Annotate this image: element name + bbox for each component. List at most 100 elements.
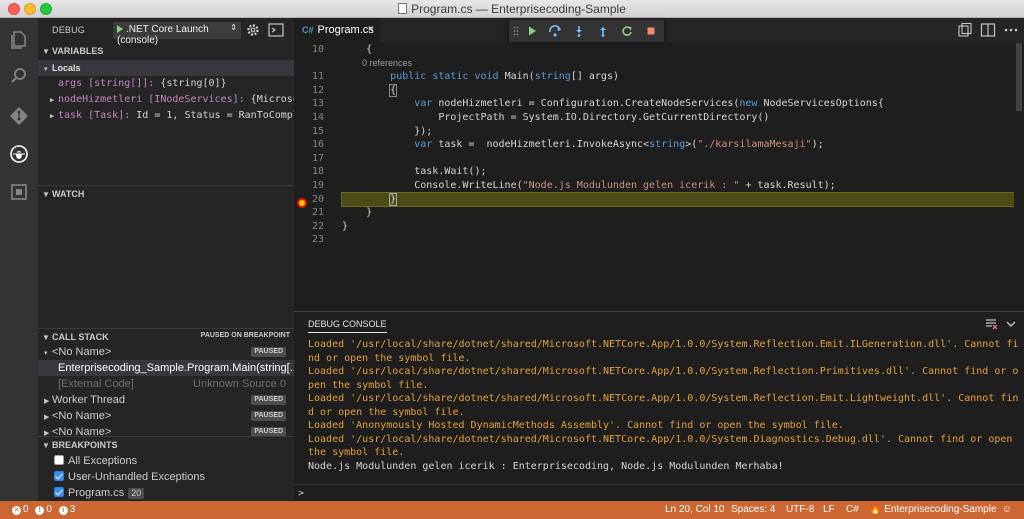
window-title: Program.cs — Enterprisecoding-Sample [0,2,1024,16]
chevron-down-icon: ▼ [42,333,50,342]
project-indicator[interactable]: 🔥 Enterprisecoding-Sample [869,504,997,515]
breakpoint-marker[interactable] [297,198,307,208]
code-line: } [342,220,349,232]
problems-indicator[interactable]: ✕ 0 ! 0 i3 [12,504,75,515]
window-title-text: Program.cs — Enterprisecoding-Sample [411,2,626,16]
chevron-right-icon: ▶ [50,96,55,104]
breakpoint-row[interactable]: User-Unhandled Exceptions [38,469,294,485]
thread-row[interactable]: ▶ <No Name> PAUSED [38,424,294,436]
clear-console-icon[interactable] [984,317,998,331]
variable-row[interactable]: ▶ task [Task]: Id = 1, Status = RanToComp… [38,108,294,124]
extensions-icon[interactable] [0,174,38,210]
debug-console-icon[interactable] [268,23,284,37]
thread-label: <No Name> [52,426,112,436]
thread-label: Worker Thread [52,394,125,406]
code-line: var nodeHizmetleri = Configuration.Creat… [414,98,884,110]
variables-section-header[interactable]: ▼ VARIABLES [38,43,294,59]
line-number: 21 [311,207,324,219]
search-icon[interactable] [0,58,38,94]
launch-config-select[interactable]: .NET Core Launch (console) ⇕ [113,22,241,46]
title-bar: Program.cs — Enterprisecoding-Sample [0,0,1024,18]
chevron-down-icon[interactable] [1004,317,1018,331]
stop-button[interactable] [643,23,659,39]
breakpoint-label: Program.cs [68,487,125,499]
debug-label: DEBUG [52,25,86,35]
step-over-button[interactable] [547,23,563,39]
breakpoints-title: BREAKPOINTS [52,440,118,450]
warning-icon: ! [35,506,45,515]
call-stack-list: ▾ <No Name> PAUSED Enterprisecoding_Sample… [38,344,294,436]
breakpoint-checkbox[interactable] [54,487,64,497]
stack-frame-row[interactable]: [External Code] Unknown Source 0 [38,376,294,392]
debug-icon[interactable] [0,136,38,172]
breakpoint-line-badge: 20 [128,488,145,499]
console-line: Loaded 'Anonymously Hosted DynamicMethod… [308,420,844,431]
line-number: 10 [311,44,324,55]
flame-icon: 🔥 [869,504,882,515]
console-line: Loaded '/usr/local/share/dotnet/shared/M… [308,339,1019,364]
breakpoints-section-header[interactable]: ▼ BREAKPOINTS [38,436,294,452]
line-number: 14 [311,111,324,123]
tab-program-cs[interactable]: C# Program.cs × [294,18,380,43]
restart-button[interactable] [619,23,635,39]
more-actions-icon[interactable] [1003,22,1019,38]
breakpoint-row[interactable]: Program.cs 20 [38,485,294,501]
open-changes-icon[interactable] [957,22,973,38]
gear-icon[interactable] [245,22,261,38]
variables-title: VARIABLES [52,46,104,56]
editor-scrollbar[interactable] [1014,43,1024,311]
indentation[interactable]: Spaces: 4 [731,504,775,515]
breakpoint-label: All Exceptions [68,455,138,467]
continue-button[interactable] [524,23,540,39]
breakpoint-checkbox[interactable] [54,471,64,481]
line-ending[interactable]: LF [823,504,835,515]
panel-title[interactable]: DEBUG CONSOLE [308,319,387,333]
split-editor-icon[interactable] [980,22,996,38]
explorer-icon[interactable] [0,22,38,58]
source-control-icon[interactable] [0,98,38,134]
paused-badge: PAUSED [251,395,286,405]
chevron-down-icon: ▾ [44,66,48,73]
line-number: 16 [311,139,324,151]
breakpoint-row[interactable]: All Exceptions [38,453,294,469]
line-number: 17 [311,152,324,164]
activity-bar [0,18,38,501]
console-program-output: Node.js Modulunden gelen icerik : Enterp… [308,460,784,472]
frame-line: 0 [279,378,286,390]
cursor-position[interactable]: Ln 20, Col 10 [665,504,725,515]
codelens-references[interactable]: 0 references [342,57,1014,71]
repl-divider [294,484,1024,485]
codelens-text: 0 references [362,57,413,68]
breakpoint-checkbox[interactable] [54,455,64,465]
start-debug-icon[interactable] [117,25,123,33]
watch-section-header[interactable]: ▼ WATCH [38,185,294,201]
warning-count: 0 [46,504,52,515]
code-line: { [342,44,373,55]
step-out-button[interactable] [595,23,611,39]
encoding[interactable]: UTF-8 [786,504,814,515]
stack-frame-row[interactable]: Enterprisecoding_Sample.Program.Main(str… [38,360,294,376]
step-into-icon [576,26,582,37]
thread-row[interactable]: ▶ <No Name> PAUSED [38,408,294,424]
repl-input[interactable]: > [298,488,304,499]
call-stack-section-header[interactable]: ▼ CALL STACK PAUSED ON BREAKPOINT [38,328,294,344]
language-mode[interactable]: C# [846,504,859,515]
code-editor[interactable]: 10 11 12 13 14 15 16 17 18 19 20 21 22 2… [294,43,1024,311]
close-icon[interactable]: × [368,23,374,35]
thread-row[interactable]: ▶ Worker Thread PAUSED [38,392,294,408]
step-into-button[interactable] [571,23,587,39]
thread-row[interactable]: ▾ <No Name> PAUSED [38,344,294,360]
scope-row-locals[interactable]: ▾ Locals [38,60,294,76]
drag-handle-icon[interactable] [513,26,519,36]
feedback-smiley-icon[interactable]: ☺ [1002,504,1012,515]
variable-name: task [Task]: [58,110,131,121]
variable-value: {string[0]} [160,78,227,89]
variable-value: Id = 1, Status = RanToCompletion, ... [136,110,294,121]
project-name: Enterprisecoding-Sample [884,504,997,515]
scrollbar-thumb[interactable] [1016,43,1022,111]
file-icon [398,3,408,14]
chevron-right-icon: ▶ [44,430,50,436]
variable-row[interactable]: ▶ nodeHizmetleri [INodeServices]: {Micros… [38,92,294,108]
variable-row[interactable]: args [string[]]: {string[0]} [38,76,294,92]
